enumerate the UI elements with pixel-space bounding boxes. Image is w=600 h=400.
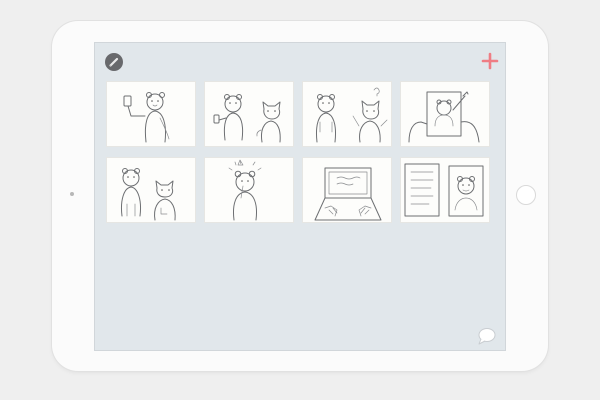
plus-icon xyxy=(481,52,499,70)
two-panels-bear-sketch xyxy=(404,163,484,217)
storyboard-frame-4[interactable] xyxy=(400,81,490,147)
speech-bubble-icon xyxy=(478,328,496,345)
storyboard-frame-3[interactable] xyxy=(302,81,392,147)
bear-cat-question-sketch xyxy=(316,87,388,143)
storyboard-frame-7[interactable] xyxy=(302,157,392,223)
storyboard-frame-6[interactable] xyxy=(204,157,294,223)
bear-cat-standing-sketch xyxy=(121,168,176,221)
laptop-typing-sketch xyxy=(314,167,382,221)
storyboard-frame-5[interactable] xyxy=(106,157,196,223)
add-button[interactable] xyxy=(480,51,500,71)
bear-easel-sketch xyxy=(408,91,480,143)
bear-selfie-sketch xyxy=(123,92,170,143)
comments-button[interactable] xyxy=(477,326,497,346)
app-screen xyxy=(94,42,506,351)
storyboard-frame-8[interactable] xyxy=(400,157,490,223)
edit-button[interactable] xyxy=(105,53,123,71)
bear-exclamation-sketch xyxy=(228,159,262,221)
front-camera xyxy=(70,192,74,196)
pencil-icon xyxy=(109,57,119,67)
storyboard-frame-2[interactable] xyxy=(204,81,294,147)
storyboard-frame-1[interactable] xyxy=(106,81,196,147)
tablet-device xyxy=(52,21,548,371)
home-button[interactable] xyxy=(516,185,536,205)
bear-phone-cat-sketch xyxy=(213,94,281,143)
